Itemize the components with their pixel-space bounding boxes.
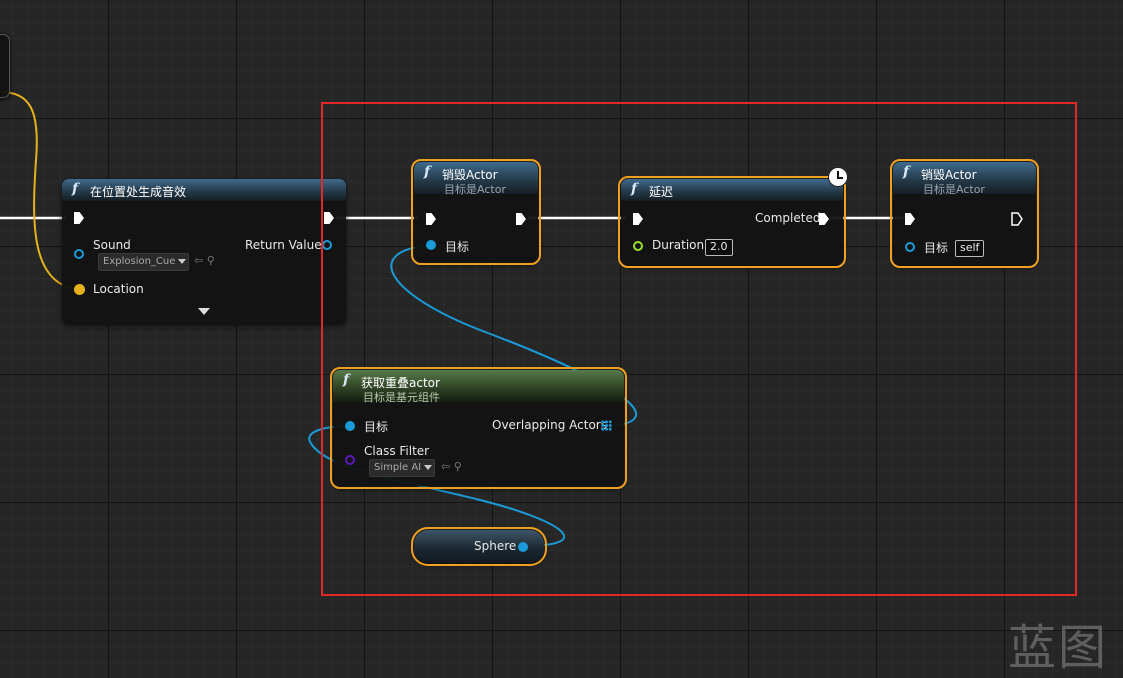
watermark: 蓝图: [1008, 620, 1109, 676]
sound-asset-dropdown[interactable]: Explosion_Cue: [98, 253, 190, 271]
offscreen-node[interactable]: [0, 34, 10, 98]
use-asset-browse-icons[interactable]: ⇦ ⚲: [194, 254, 215, 267]
location-input-pin[interactable]: [74, 284, 85, 295]
node-header: f 在位置处生成音效: [62, 179, 346, 201]
function-icon: f: [72, 181, 79, 197]
spawn-sound-at-location-node[interactable]: f 在位置处生成音效 Sound Explosion_Cue ⇦ ⚲ Retur…: [62, 179, 346, 324]
exec-in-pin[interactable]: [74, 212, 84, 224]
expand-advanced-icon[interactable]: [198, 308, 210, 315]
node-title: 在位置处生成音效: [90, 185, 187, 199]
location-pin-label: Location: [93, 282, 144, 296]
return-value-label: Return Value: [245, 238, 322, 252]
sound-pin-label: Sound: [93, 238, 131, 252]
sound-asset-value: Explosion_Cue: [103, 256, 176, 267]
annotation-highlight-box: [321, 102, 1077, 596]
dropdown-arrow-icon: [178, 258, 187, 264]
sound-input-pin[interactable]: [74, 249, 84, 259]
